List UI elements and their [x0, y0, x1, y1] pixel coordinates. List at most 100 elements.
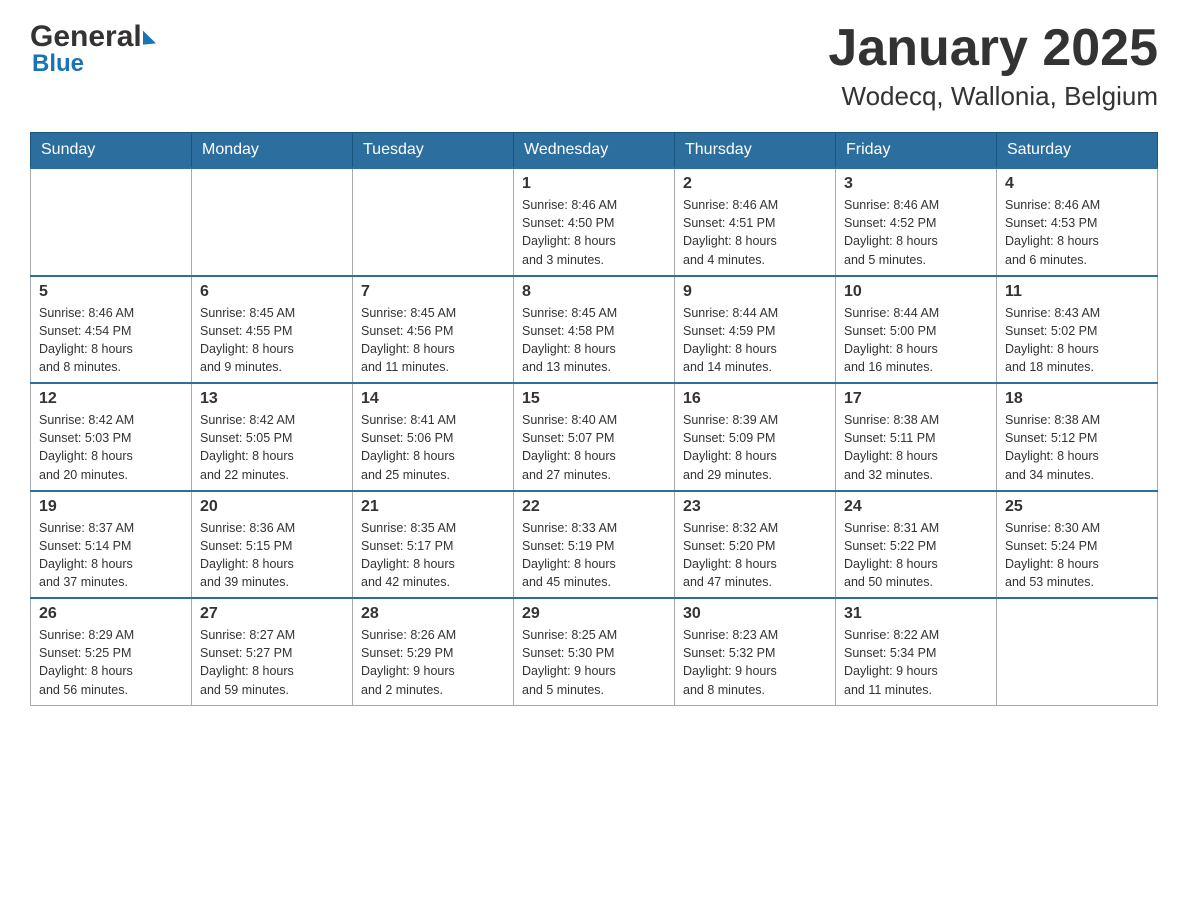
day-number: 6 [200, 283, 344, 301]
day-info: Sunrise: 8:44 AM Sunset: 5:00 PM Dayligh… [844, 304, 988, 377]
calendar-cell: 5Sunrise: 8:46 AM Sunset: 4:54 PM Daylig… [31, 276, 192, 384]
header-friday: Friday [836, 133, 997, 169]
day-info: Sunrise: 8:36 AM Sunset: 5:15 PM Dayligh… [200, 519, 344, 592]
day-info: Sunrise: 8:43 AM Sunset: 5:02 PM Dayligh… [1005, 304, 1149, 377]
calendar-header-row: Sunday Monday Tuesday Wednesday Thursday… [31, 133, 1158, 169]
calendar-week-row: 26 Sunrise: 8:29 AM Sunset: 5:25 PM Dayli… [31, 598, 1158, 705]
calendar-cell: 20Sunrise: 8:36 AM Sunset: 5:15 PM Dayli… [192, 491, 353, 599]
day-number: 30 [683, 605, 827, 623]
calendar-cell: 9 Sunrise: 8:44 AM Sunset: 4:59 PM Daylig… [675, 276, 836, 384]
logo: General Blue [30, 20, 156, 78]
day-number: 18 [1005, 390, 1149, 408]
day-number: 15 [522, 390, 666, 408]
calendar-cell: 1Sunrise: 8:46 AM Sunset: 4:50 PM Daylig… [514, 168, 675, 276]
day-info: Sunrise: 8:25 AM Sunset: 5:30 PM Dayligh… [522, 626, 666, 699]
calendar-cell: 23Sunrise: 8:32 AM Sunset: 5:20 PM Dayli… [675, 491, 836, 599]
day-info: Sunrise: 8:39 AM Sunset: 5:09 PM Dayligh… [683, 411, 827, 484]
day-info: Sunrise: 8:45 AM Sunset: 4:55 PM Dayligh… [200, 304, 344, 377]
day-number: 11 [1005, 283, 1149, 301]
calendar-week-row: 5Sunrise: 8:46 AM Sunset: 4:54 PM Daylig… [31, 276, 1158, 384]
calendar-cell: 2 Sunrise: 8:46 AM Sunset: 4:51 PM Daylig… [675, 168, 836, 276]
logo-arrow-icon [143, 29, 156, 44]
day-number: 17 [844, 390, 988, 408]
calendar-cell: 17 Sunrise: 8:38 AM Sunset: 5:11 PM Dayli… [836, 383, 997, 491]
day-number: 8 [522, 283, 666, 301]
day-number: 2 [683, 175, 827, 193]
day-number: 10 [844, 283, 988, 301]
calendar-cell: 16 Sunrise: 8:39 AM Sunset: 5:09 PM Dayli… [675, 383, 836, 491]
calendar-cell: 26 Sunrise: 8:29 AM Sunset: 5:25 PM Dayli… [31, 598, 192, 705]
logo-general-text: General [30, 20, 142, 54]
header-monday: Monday [192, 133, 353, 169]
day-info: Sunrise: 8:42 AM Sunset: 5:03 PM Dayligh… [39, 411, 183, 484]
day-number: 24 [844, 498, 988, 516]
day-number: 4 [1005, 175, 1149, 193]
calendar-cell: 8Sunrise: 8:45 AM Sunset: 4:58 PM Daylig… [514, 276, 675, 384]
day-number: 21 [361, 498, 505, 516]
day-info: Sunrise: 8:38 AM Sunset: 5:11 PM Dayligh… [844, 411, 988, 484]
calendar-cell [997, 598, 1158, 705]
day-info: Sunrise: 8:37 AM Sunset: 5:14 PM Dayligh… [39, 519, 183, 592]
day-info: Sunrise: 8:46 AM Sunset: 4:52 PM Dayligh… [844, 196, 988, 269]
day-info: Sunrise: 8:30 AM Sunset: 5:24 PM Dayligh… [1005, 519, 1149, 592]
calendar-cell [192, 168, 353, 276]
day-number: 12 [39, 390, 183, 408]
calendar-cell: 22Sunrise: 8:33 AM Sunset: 5:19 PM Dayli… [514, 491, 675, 599]
calendar-cell: 21 Sunrise: 8:35 AM Sunset: 5:17 PM Dayli… [353, 491, 514, 599]
header-saturday: Saturday [997, 133, 1158, 169]
calendar-table: Sunday Monday Tuesday Wednesday Thursday… [30, 132, 1158, 706]
day-info: Sunrise: 8:22 AM Sunset: 5:34 PM Dayligh… [844, 626, 988, 699]
calendar-cell: 7 Sunrise: 8:45 AM Sunset: 4:56 PM Daylig… [353, 276, 514, 384]
calendar-cell: 25 Sunrise: 8:30 AM Sunset: 5:24 PM Dayli… [997, 491, 1158, 599]
day-number: 3 [844, 175, 988, 193]
day-info: Sunrise: 8:44 AM Sunset: 4:59 PM Dayligh… [683, 304, 827, 377]
calendar-cell: 14 Sunrise: 8:41 AM Sunset: 5:06 PM Dayli… [353, 383, 514, 491]
day-info: Sunrise: 8:42 AM Sunset: 5:05 PM Dayligh… [200, 411, 344, 484]
header-thursday: Thursday [675, 133, 836, 169]
calendar-cell [353, 168, 514, 276]
day-number: 14 [361, 390, 505, 408]
day-info: Sunrise: 8:26 AM Sunset: 5:29 PM Dayligh… [361, 626, 505, 699]
day-number: 9 [683, 283, 827, 301]
calendar-cell: 12 Sunrise: 8:42 AM Sunset: 5:03 PM Dayli… [31, 383, 192, 491]
calendar-cell: 4 Sunrise: 8:46 AM Sunset: 4:53 PM Daylig… [997, 168, 1158, 276]
day-info: Sunrise: 8:41 AM Sunset: 5:06 PM Dayligh… [361, 411, 505, 484]
calendar-cell: 10 Sunrise: 8:44 AM Sunset: 5:00 PM Dayli… [836, 276, 997, 384]
calendar-week-row: 19Sunrise: 8:37 AM Sunset: 5:14 PM Dayli… [31, 491, 1158, 599]
day-number: 29 [522, 605, 666, 623]
calendar-body: 1Sunrise: 8:46 AM Sunset: 4:50 PM Daylig… [31, 168, 1158, 705]
header-tuesday: Tuesday [353, 133, 514, 169]
day-info: Sunrise: 8:45 AM Sunset: 4:56 PM Dayligh… [361, 304, 505, 377]
day-number: 31 [844, 605, 988, 623]
day-number: 7 [361, 283, 505, 301]
calendar-cell: 11 Sunrise: 8:43 AM Sunset: 5:02 PM Dayli… [997, 276, 1158, 384]
page-subtitle: Wodecq, Wallonia, Belgium [828, 81, 1158, 112]
calendar-cell: 19Sunrise: 8:37 AM Sunset: 5:14 PM Dayli… [31, 491, 192, 599]
day-info: Sunrise: 8:38 AM Sunset: 5:12 PM Dayligh… [1005, 411, 1149, 484]
calendar-cell: 28 Sunrise: 8:26 AM Sunset: 5:29 PM Dayli… [353, 598, 514, 705]
day-number: 13 [200, 390, 344, 408]
day-number: 5 [39, 283, 183, 301]
day-number: 26 [39, 605, 183, 623]
day-info: Sunrise: 8:35 AM Sunset: 5:17 PM Dayligh… [361, 519, 505, 592]
calendar-cell [31, 168, 192, 276]
calendar-week-row: 12 Sunrise: 8:42 AM Sunset: 5:03 PM Dayli… [31, 383, 1158, 491]
day-number: 27 [200, 605, 344, 623]
calendar-cell: 29 Sunrise: 8:25 AM Sunset: 5:30 PM Dayli… [514, 598, 675, 705]
page-title: January 2025 [828, 20, 1158, 77]
calendar-week-row: 1Sunrise: 8:46 AM Sunset: 4:50 PM Daylig… [31, 168, 1158, 276]
day-number: 28 [361, 605, 505, 623]
calendar-cell: 31 Sunrise: 8:22 AM Sunset: 5:34 PM Dayli… [836, 598, 997, 705]
title-block: January 2025 Wodecq, Wallonia, Belgium [828, 20, 1158, 112]
header-wednesday: Wednesday [514, 133, 675, 169]
calendar-cell: 3 Sunrise: 8:46 AM Sunset: 4:52 PM Daylig… [836, 168, 997, 276]
day-number: 1 [522, 175, 666, 193]
day-info: Sunrise: 8:46 AM Sunset: 4:51 PM Dayligh… [683, 196, 827, 269]
day-info: Sunrise: 8:46 AM Sunset: 4:53 PM Dayligh… [1005, 196, 1149, 269]
day-number: 16 [683, 390, 827, 408]
day-info: Sunrise: 8:29 AM Sunset: 5:25 PM Dayligh… [39, 626, 183, 699]
day-number: 25 [1005, 498, 1149, 516]
day-info: Sunrise: 8:23 AM Sunset: 5:32 PM Dayligh… [683, 626, 827, 699]
day-info: Sunrise: 8:32 AM Sunset: 5:20 PM Dayligh… [683, 519, 827, 592]
calendar-cell: 24Sunrise: 8:31 AM Sunset: 5:22 PM Dayli… [836, 491, 997, 599]
